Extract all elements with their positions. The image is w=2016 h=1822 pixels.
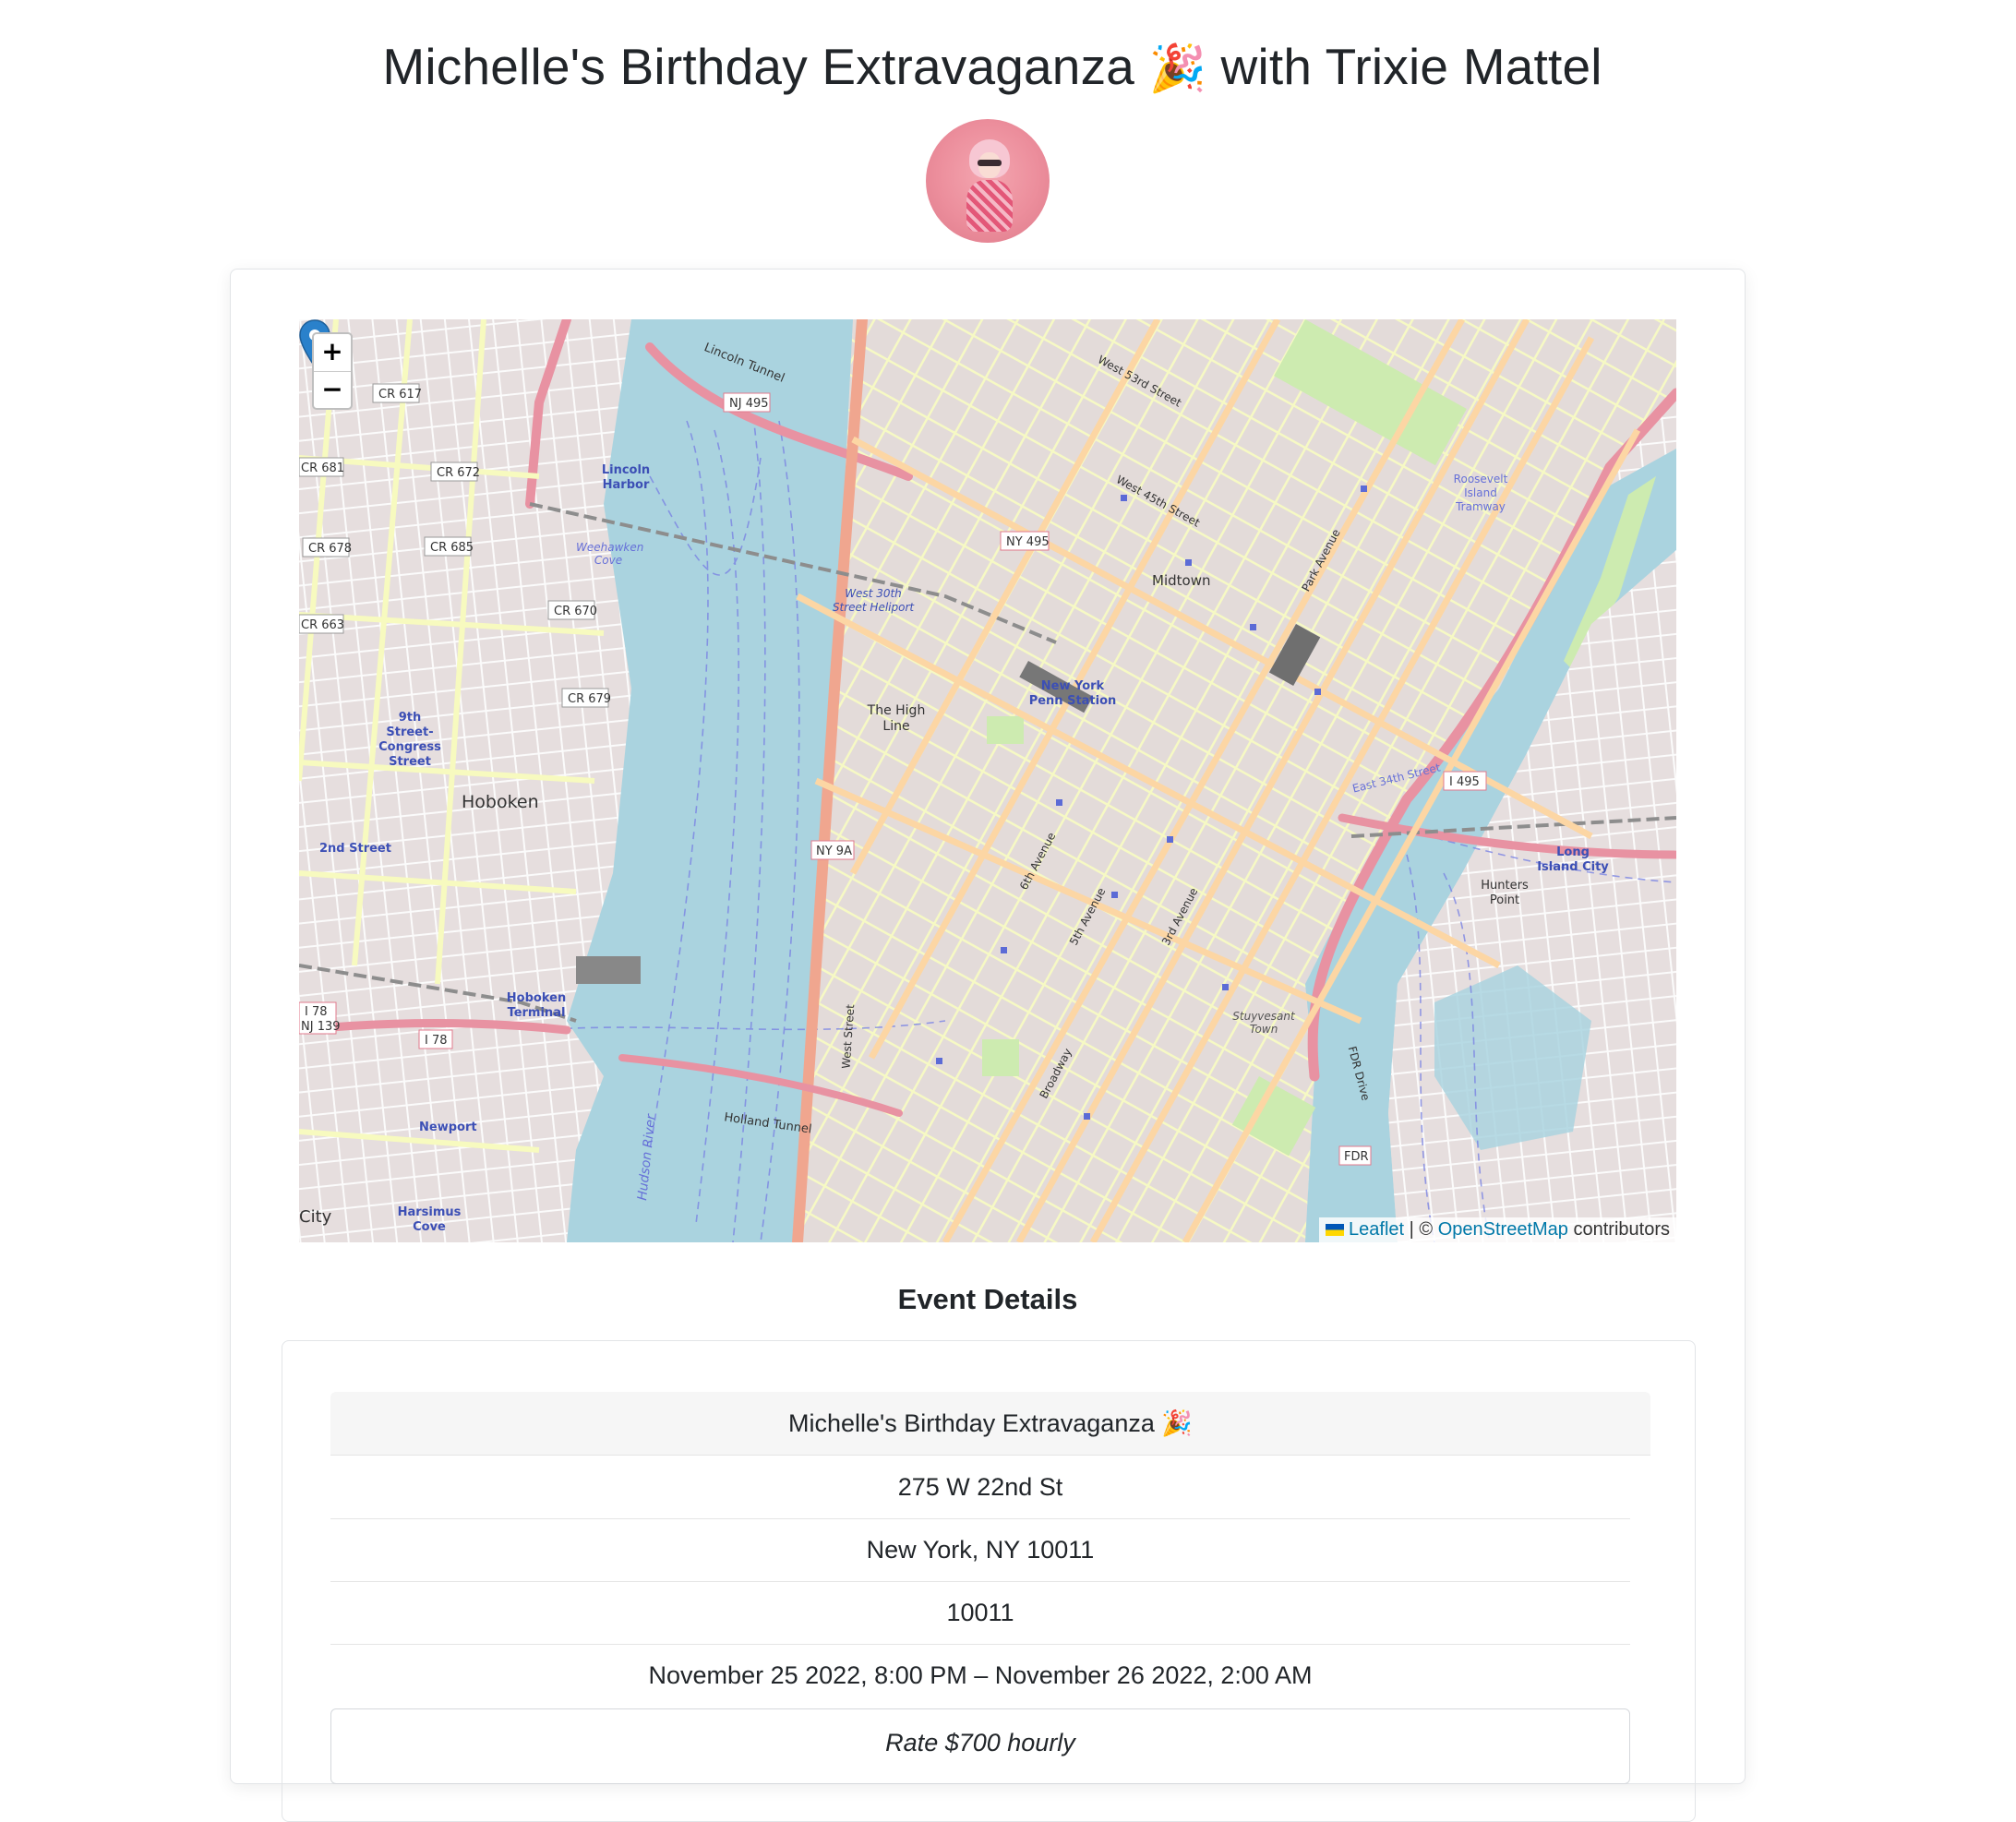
attribution-separator: | © bbox=[1409, 1219, 1434, 1240]
page-title: Michelle's Birthday Extravaganza 🎉 with … bbox=[0, 33, 1985, 102]
event-name-row: Michelle's Birthday Extravaganza 🎉 bbox=[330, 1392, 1650, 1456]
map-label-weehawken: Weehawken Cove bbox=[576, 541, 644, 567]
map-tiles[interactable]: NJ 495 NY 495 NY 9A I 495 I 78NJ 139 I 7… bbox=[299, 319, 1676, 1242]
map-label-9th-street: 9th Street-Congress Street bbox=[378, 711, 441, 769]
map-label-newport: Newport bbox=[419, 1121, 477, 1134]
ukraine-flag-icon bbox=[1326, 1224, 1345, 1236]
event-city: New York, NY 10011 bbox=[330, 1518, 1630, 1582]
avatar bbox=[926, 119, 1050, 243]
svg-text:CR 679: CR 679 bbox=[568, 692, 611, 706]
svg-text:I 78: I 78 bbox=[425, 1034, 448, 1048]
svg-text:CR 670: CR 670 bbox=[554, 605, 597, 618]
svg-text:CR 663: CR 663 bbox=[301, 618, 344, 632]
shield-nj495: NJ 495 bbox=[729, 397, 769, 411]
zoom-out-button[interactable]: − bbox=[314, 372, 351, 409]
svg-text:CR 681: CR 681 bbox=[301, 461, 344, 475]
map-label-midtown: Midtown bbox=[1152, 572, 1211, 589]
title-text-end: with Trixie Mattel bbox=[1206, 38, 1602, 95]
attribution-suffix: contributors bbox=[1573, 1219, 1671, 1240]
map-attribution: Leaflet | © OpenStreetMap contributors bbox=[1319, 1217, 1676, 1242]
map-label-city: City bbox=[299, 1207, 332, 1227]
svg-text:NY 9A: NY 9A bbox=[816, 845, 852, 858]
event-address: 275 W 22nd St bbox=[330, 1456, 1630, 1519]
map-label-hoboken: Hoboken bbox=[462, 792, 539, 812]
map-label-hoboken-terminal: Hoboken Terminal bbox=[506, 991, 567, 1020]
openstreetmap-link[interactable]: OpenStreetMap bbox=[1438, 1219, 1568, 1240]
map-label-penn-station: New York Penn Station bbox=[1028, 679, 1117, 708]
svg-text:NY 495: NY 495 bbox=[1006, 535, 1050, 549]
map-label-harsimus-cove: Harsimus Cove bbox=[397, 1205, 462, 1234]
map-label-lincoln-harbor: Lincoln Harbor bbox=[601, 463, 651, 492]
map-label-2nd-street: 2nd Street bbox=[319, 842, 391, 856]
event-name: Michelle's Birthday Extravaganza bbox=[788, 1409, 1162, 1437]
map[interactable]: NJ 495 NY 495 NY 9A I 495 I 78 NJ 139 I 7… bbox=[299, 319, 1676, 1242]
svg-text:CR 685: CR 685 bbox=[430, 541, 474, 555]
event-card: NJ 495 NY 495 NY 9A I 495 I 78 NJ 139 I 7… bbox=[230, 269, 1746, 1822]
map-label-hunters-point: Hunters Point bbox=[1481, 879, 1529, 907]
zoom-in-button[interactable]: + bbox=[314, 334, 351, 372]
svg-text:NJ 139: NJ 139 bbox=[301, 1020, 341, 1034]
title-text-start: Michelle's Birthday Extravaganza bbox=[382, 38, 1149, 95]
map-label-stuyvesant: Stuyvesant Town bbox=[1232, 1010, 1295, 1036]
leaflet-link[interactable]: Leaflet bbox=[1349, 1219, 1404, 1240]
svg-text:I 495: I 495 bbox=[1449, 775, 1480, 789]
event-details-card: Michelle's Birthday Extravaganza 🎉 275 W… bbox=[282, 1340, 1696, 1822]
event-datetime: November 25 2022, 8:00 PM – November 26 … bbox=[648, 1661, 1313, 1689]
zoom-control: + − bbox=[312, 332, 353, 410]
party-popper-icon: 🎉 bbox=[1161, 1409, 1193, 1437]
svg-text:CR 678: CR 678 bbox=[308, 542, 352, 556]
map-label-long-island-city: Long Island City bbox=[1537, 845, 1609, 874]
map-label-high-line: The High Line bbox=[867, 703, 926, 734]
event-zip: 10011 bbox=[330, 1581, 1630, 1645]
svg-text:FDR: FDR bbox=[1344, 1150, 1369, 1164]
map-label-heliport: West 30th Street Heliport bbox=[832, 587, 915, 614]
map-label-roosevelt-tram: Roosevelt Island Tramway bbox=[1453, 473, 1508, 513]
event-details-heading: Event Details bbox=[897, 1283, 1078, 1315]
party-popper-icon: 🎉 bbox=[1148, 42, 1207, 94]
svg-text:CR 617: CR 617 bbox=[378, 388, 422, 402]
svg-text:CR 672: CR 672 bbox=[437, 466, 480, 480]
event-rate: Rate $700 hourly bbox=[330, 1708, 1630, 1784]
svg-text:I 78: I 78 bbox=[305, 1005, 328, 1019]
